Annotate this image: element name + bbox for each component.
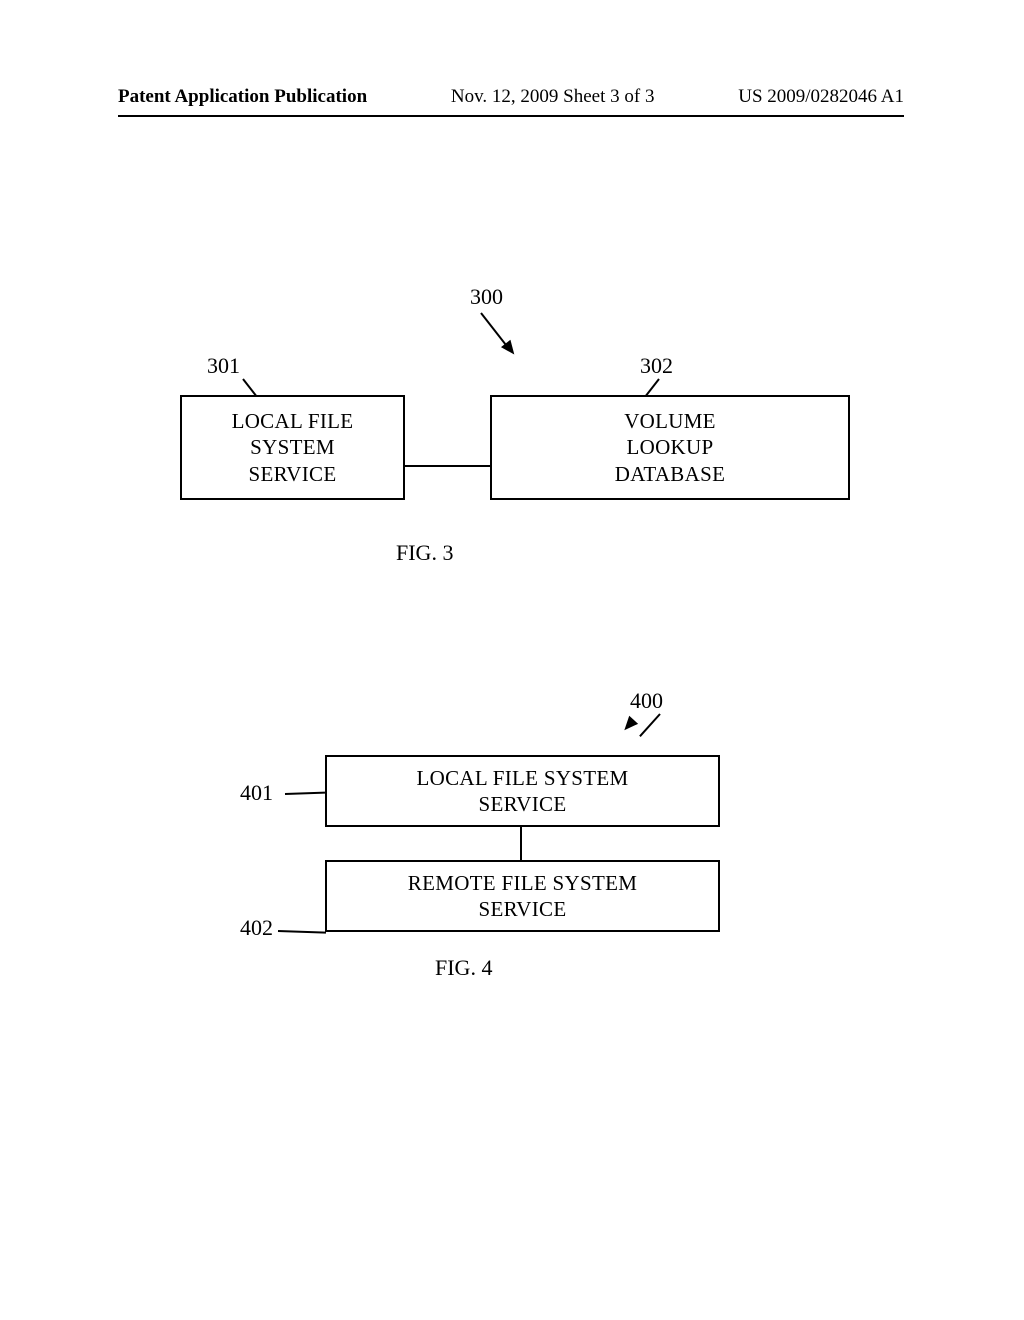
figure-3-caption: FIG. 3 (396, 540, 453, 566)
box-402-text: REMOTE FILE SYSTEM SERVICE (408, 870, 637, 923)
leader-402 (278, 930, 326, 934)
box-302-text: VOLUME LOOKUP DATABASE (615, 408, 725, 487)
header-rule (118, 115, 904, 117)
box-401-text: LOCAL FILE SYSTEM SERVICE (417, 765, 629, 818)
box-local-file-system-service-4: LOCAL FILE SYSTEM SERVICE (325, 755, 720, 827)
leader-401 (285, 792, 325, 795)
ref-401: 401 (240, 780, 273, 806)
figure-3: 300 301 302 LOCAL FILE SYSTEM SERVICE VO… (170, 290, 854, 575)
page-header: Patent Application Publication Nov. 12, … (118, 86, 904, 108)
arrow-400-head-icon (620, 716, 638, 734)
ref-402: 402 (240, 915, 273, 941)
box-remote-file-system-service: REMOTE FILE SYSTEM SERVICE (325, 860, 720, 932)
header-date-sheet: Nov. 12, 2009 Sheet 3 of 3 (451, 86, 655, 108)
connector-301-302 (405, 465, 490, 467)
figure-4: 400 401 402 LOCAL FILE SYSTEM SERVICE RE… (230, 680, 790, 960)
ref-300: 300 (470, 284, 503, 310)
box-local-file-system-service: LOCAL FILE SYSTEM SERVICE (180, 395, 405, 500)
connector-401-402 (520, 827, 522, 860)
ref-301: 301 (207, 353, 240, 379)
header-pub-number: US 2009/0282046 A1 (738, 86, 904, 108)
box-volume-lookup-database: VOLUME LOOKUP DATABASE (490, 395, 850, 500)
arrow-400-shaft (639, 713, 661, 737)
figure-4-caption: FIG. 4 (435, 955, 492, 981)
ref-400: 400 (630, 688, 663, 714)
box-301-text: LOCAL FILE SYSTEM SERVICE (232, 408, 354, 487)
header-publication: Patent Application Publication (118, 86, 367, 108)
ref-302: 302 (640, 353, 673, 379)
